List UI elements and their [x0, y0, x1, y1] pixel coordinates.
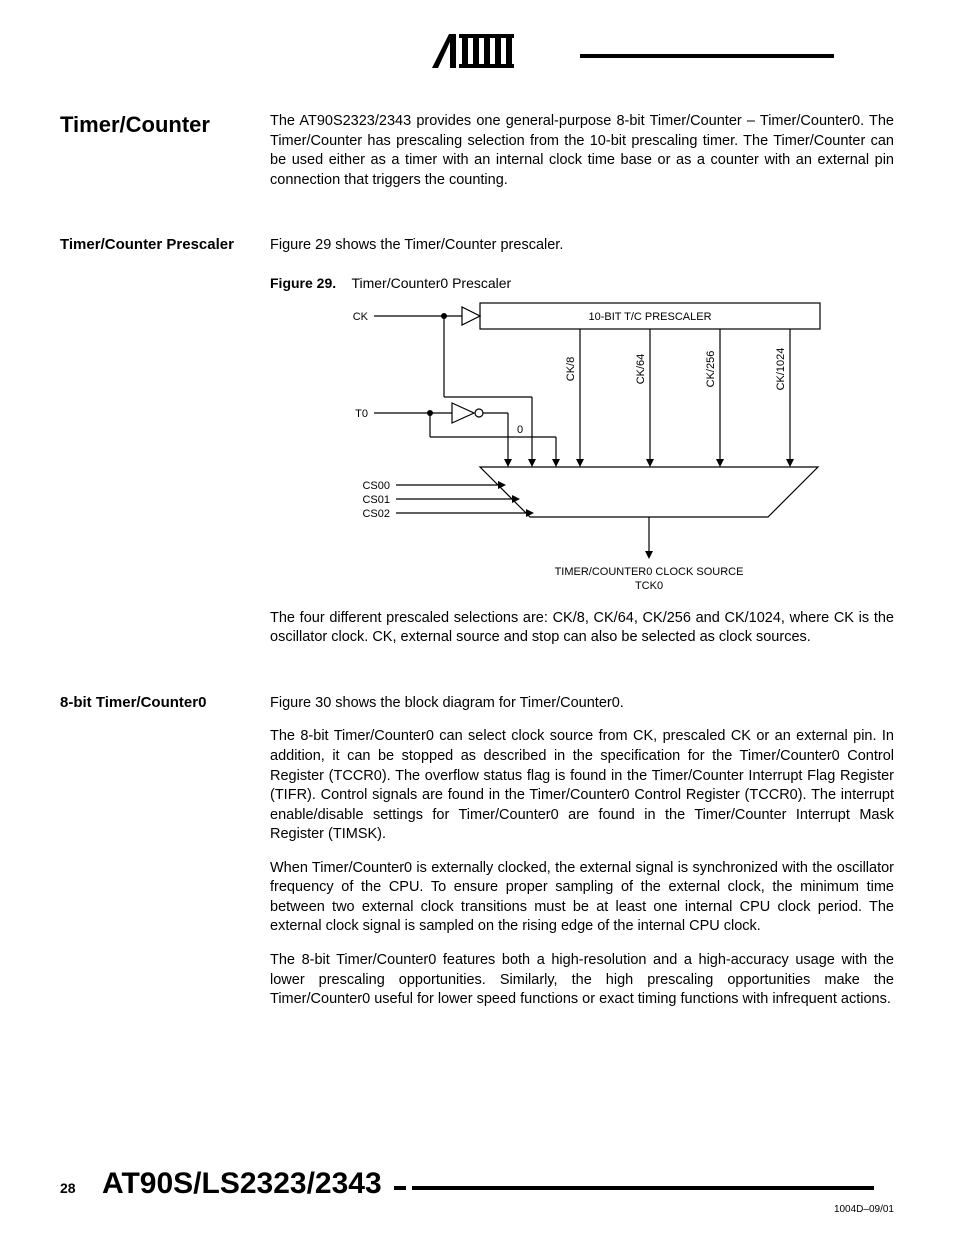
- page-footer: 28 AT90S/LS2323/2343 1004D–09/01: [60, 1167, 894, 1201]
- doc-title: AT90S/LS2323/2343: [102, 1167, 382, 1201]
- footer-rule-icon: [394, 1180, 874, 1198]
- paragraph: Figure 30 shows the block diagram for Ti…: [270, 694, 894, 714]
- header-rule: [580, 54, 834, 58]
- page-header: [60, 30, 894, 80]
- section-heading: Timer/Counter Prescaler: [60, 236, 270, 253]
- paragraph: The four different prescaled selections …: [270, 609, 894, 648]
- paragraph: The 8-bit Timer/Counter0 features both a…: [270, 951, 894, 1010]
- section-body: Figure 30 shows the block diagram for Ti…: [270, 694, 894, 1024]
- zero-label: 0: [517, 424, 523, 436]
- tap-label: CK/1024: [775, 347, 787, 390]
- section-body: The AT90S2323/2343 provides one general-…: [270, 112, 894, 204]
- figure-caption: Figure 29. Timer/Counter0 Prescaler: [270, 274, 894, 293]
- cs-label: CS02: [362, 508, 390, 520]
- prescaler-label: 10-BIT T/C PRESCALER: [588, 311, 711, 323]
- out-label-1: TIMER/COUNTER0 CLOCK SOURCE: [555, 566, 744, 578]
- tap-label: CK/256: [705, 350, 717, 387]
- paragraph: The 8-bit Timer/Counter0 can select cloc…: [270, 727, 894, 844]
- section-prescaler: Timer/Counter Prescaler Figure 29 shows …: [60, 236, 894, 662]
- page-number: 28: [60, 1180, 76, 1196]
- ck-label: CK: [353, 311, 369, 323]
- doc-id: 1004D–09/01: [834, 1204, 894, 1215]
- section-body: Figure 29 shows the Timer/Counter presca…: [270, 236, 894, 662]
- page: Timer/Counter The AT90S2323/2343 provide…: [0, 0, 954, 1235]
- section-heading: Timer/Counter: [60, 112, 270, 138]
- paragraph: Figure 29 shows the Timer/Counter presca…: [270, 236, 894, 256]
- section-timer-counter: Timer/Counter The AT90S2323/2343 provide…: [60, 112, 894, 204]
- figure-prescaler-diagram: 10-BIT T/C PRESCALER CK: [270, 299, 830, 599]
- cs-label: CS01: [362, 494, 390, 506]
- paragraph: When Timer/Counter0 is externally clocke…: [270, 859, 894, 937]
- figure-number: Figure 29.: [270, 275, 336, 291]
- atmel-logo-icon: [432, 30, 522, 77]
- paragraph: The AT90S2323/2343 provides one general-…: [270, 112, 894, 190]
- out-label-2: TCK0: [635, 580, 663, 592]
- t0-label: T0: [355, 408, 368, 420]
- tap-label: CK/8: [565, 356, 577, 380]
- figure-title: Timer/Counter0 Prescaler: [351, 275, 511, 291]
- section-heading: 8-bit Timer/Counter0: [60, 694, 270, 711]
- tap-label: CK/64: [635, 353, 647, 384]
- section-8bit-tc0: 8-bit Timer/Counter0 Figure 30 shows the…: [60, 694, 894, 1024]
- cs-label: CS00: [362, 480, 390, 492]
